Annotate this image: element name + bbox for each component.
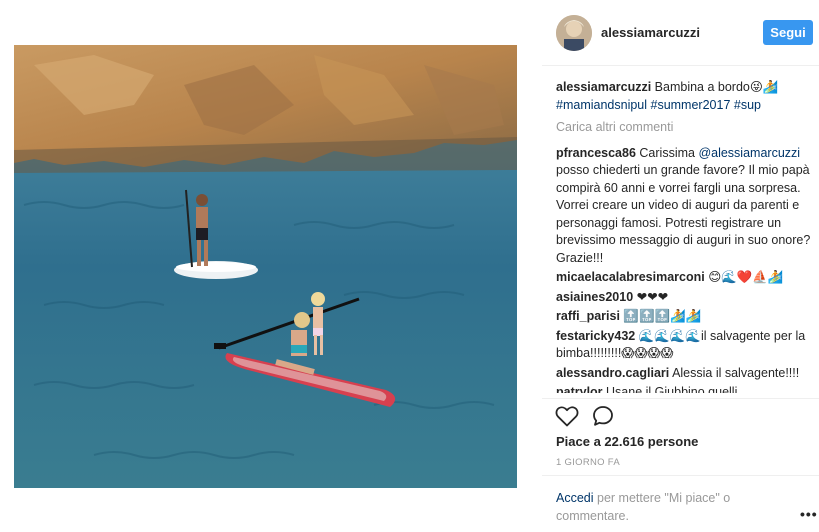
comment-username[interactable]: raffi_parisi [556,309,620,323]
post-side-panel: alessiamarcuzzi Segui alessiamarcuzzi Ba… [542,0,819,532]
heart-icon[interactable] [555,405,579,427]
login-link[interactable]: Accedi [556,491,594,505]
comment-item: pfrancesca86 Carissima @alessiamarcuzzi … [556,145,814,268]
post-header: alessiamarcuzzi Segui [542,0,819,66]
avatar[interactable] [556,15,592,51]
comment-text: 🔝🔝🔝🏄🏄 [623,309,702,323]
comment-bubble-icon[interactable] [592,405,614,427]
follow-button[interactable]: Segui [763,20,813,45]
comment-item: micaelacalabresimarconi 😊🌊❤️⛵🏄 [556,269,814,287]
comment-username[interactable]: pfrancesca86 [556,146,636,160]
comment-item: raffi_parisi 🔝🔝🔝🏄🏄 [556,308,814,326]
comment-text: Alessia il salvagente!!!! [672,365,800,380]
caption-hashtags[interactable]: #mamiandsnipul #summer2017 #sup [556,98,761,112]
login-prompt: Accedi per mettere "Mi piace" o commenta… [556,490,756,525]
caption: alessiamarcuzzi Bambina a bordo😜🏄 #mamia… [556,79,814,114]
comment-username[interactable]: patrylor [556,385,603,393]
post-photo[interactable] [14,45,517,488]
comment-item: asiaines2010 ❤❤❤ [556,289,814,307]
avatar-image [556,15,592,51]
comment-text: 😊🌊❤️⛵🏄 [708,270,784,284]
comment-username[interactable]: micaelacalabresimarconi [556,270,705,284]
comment-mention[interactable]: @alessiamarcuzzi [698,146,800,160]
comment-username[interactable]: alessandro.cagliari [556,366,669,380]
caption-username[interactable]: alessiamarcuzzi [556,80,651,94]
load-more-comments-link[interactable]: Carica altri commenti [556,119,814,137]
actions-divider [542,398,819,399]
comment-prefix: Carissima [635,145,699,160]
comment-item: patrylor Usane il Giubbino quelli [556,384,814,393]
comment-text: posso chiederti un grande favore? Il mio… [556,163,811,265]
header-username[interactable]: alessiamarcuzzi [601,25,700,40]
comment-username[interactable]: festaricky432 [556,329,635,343]
comment-username[interactable]: asiaines2010 [556,290,633,304]
likes-count[interactable]: Piace a 22.616 persone [556,434,698,449]
photo-illustration [14,45,517,488]
comment-item: festaricky432 🌊🌊🌊🌊il salvagente per la b… [556,328,814,363]
more-options-icon[interactable]: ••• [800,506,818,522]
login-area: Accedi per mettere "Mi piace" o commenta… [542,475,819,532]
post-timestamp[interactable]: 1 GIORNO FA [556,457,620,468]
caption-text: Bambina a bordo😜🏄 [651,80,779,94]
comment-text: ❤❤❤ [636,289,669,304]
comments-list[interactable]: alessiamarcuzzi Bambina a bordo😜🏄 #mamia… [556,79,814,393]
comment-item: alessandro.cagliari Alessia il salvagent… [556,365,814,383]
comment-text: Usane il Giubbino quelli [606,385,738,393]
